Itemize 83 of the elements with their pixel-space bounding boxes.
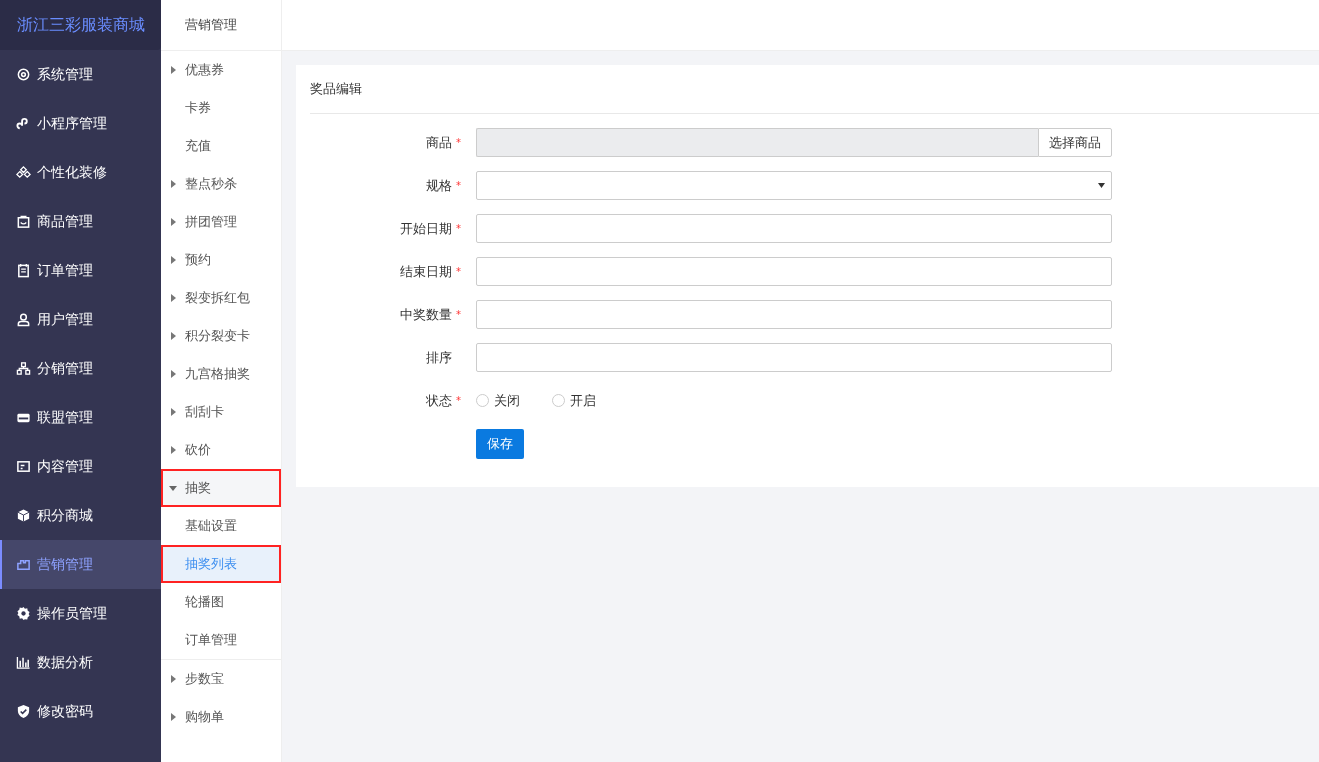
- submenu-item[interactable]: 砍价: [161, 431, 281, 469]
- card-title: 奖品编辑: [310, 80, 362, 98]
- bag-icon: [16, 214, 31, 229]
- submenu-item[interactable]: 拼团管理: [161, 203, 281, 241]
- field-label: 规格: [426, 176, 452, 195]
- nav-item[interactable]: 小程序管理: [0, 99, 161, 148]
- nav-item[interactable]: 营销管理: [0, 540, 161, 589]
- required-mark: *: [456, 309, 462, 320]
- submenu-item[interactable]: 充值: [161, 127, 281, 165]
- caret-right-icon: [169, 675, 177, 683]
- input-field[interactable]: [476, 214, 1112, 243]
- submenu-item[interactable]: 积分裂变卡: [161, 317, 281, 355]
- nav-item[interactable]: 积分商城: [0, 491, 161, 540]
- submenu-item[interactable]: 抽奖: [161, 469, 281, 507]
- caret-right-icon: [169, 66, 177, 74]
- dropdown-field[interactable]: [476, 171, 1112, 200]
- save-button[interactable]: 保存: [476, 429, 524, 459]
- caret-right-icon: [169, 370, 177, 378]
- submenu-item[interactable]: 刮刮卡: [161, 393, 281, 431]
- select-product-button[interactable]: 选择商品: [1038, 128, 1112, 157]
- field-label: 商品: [426, 133, 452, 152]
- required-mark: *: [456, 137, 462, 148]
- shield-check-icon: [16, 704, 31, 719]
- submenu-item[interactable]: 整点秒杀: [161, 165, 281, 203]
- submenu-item[interactable]: 订单管理: [161, 621, 281, 659]
- caret-down-icon: [169, 484, 177, 492]
- bar-chart-icon: [16, 655, 31, 670]
- field-label: 排序: [426, 348, 452, 367]
- caret-right-icon: [169, 446, 177, 454]
- input-field[interactable]: [476, 343, 1112, 372]
- radio-label[interactable]: 开启: [570, 391, 596, 410]
- required-mark: *: [456, 266, 462, 277]
- puzzle-icon: [16, 557, 31, 572]
- app-logo-text: 浙江三彩服装商城: [0, 0, 161, 50]
- field-label: 结束日期: [400, 262, 452, 281]
- required-mark: *: [456, 395, 462, 406]
- submenu-item[interactable]: 优惠券: [161, 51, 281, 89]
- nav-item[interactable]: 联盟管理: [0, 393, 161, 442]
- submenu-item[interactable]: 九宫格抽奖: [161, 355, 281, 393]
- caret-down-icon: [1098, 183, 1105, 188]
- nav-item[interactable]: 数据分析: [0, 638, 161, 687]
- nav-item[interactable]: 修改密码: [0, 687, 161, 736]
- nav-item[interactable]: 分销管理: [0, 344, 161, 393]
- gear-icon: [16, 67, 31, 82]
- radio-label[interactable]: 关闭: [494, 391, 520, 410]
- input-field[interactable]: [476, 300, 1112, 329]
- caret-right-icon: [169, 408, 177, 416]
- caret-right-icon: [169, 713, 177, 721]
- settings-icon: [16, 606, 31, 621]
- submenu-item[interactable]: 裂变拆红包: [161, 279, 281, 317]
- field-label: 中奖数量: [400, 305, 452, 324]
- submenu-item[interactable]: 步数宝: [161, 660, 281, 698]
- field-label: 开始日期: [400, 219, 452, 238]
- diamond-pattern-icon: [16, 165, 31, 180]
- nav-item[interactable]: 操作员管理: [0, 589, 161, 638]
- caret-right-icon: [169, 218, 177, 226]
- submenu-item[interactable]: 轮播图: [161, 583, 281, 621]
- product-field[interactable]: [476, 128, 1038, 157]
- input-field[interactable]: [476, 257, 1112, 286]
- calendar-icon: [16, 263, 31, 278]
- submenu-item[interactable]: 购物单: [161, 698, 281, 736]
- submenu-item[interactable]: 预约: [161, 241, 281, 279]
- document-icon: [16, 459, 31, 474]
- field-label: 状态: [426, 391, 452, 410]
- caret-right-icon: [169, 332, 177, 340]
- nav-item[interactable]: 用户管理: [0, 295, 161, 344]
- caret-right-icon: [169, 180, 177, 188]
- link-icon: [16, 116, 31, 131]
- org-chart-icon: [16, 361, 31, 376]
- caret-right-icon: [169, 294, 177, 302]
- required-mark: *: [456, 223, 462, 234]
- required-mark: *: [456, 180, 462, 191]
- cube-icon: [16, 508, 31, 523]
- nav-item[interactable]: 个性化装修: [0, 148, 161, 197]
- nav-item[interactable]: 商品管理: [0, 197, 161, 246]
- caret-right-icon: [169, 256, 177, 264]
- nav-item[interactable]: 订单管理: [0, 246, 161, 295]
- user-icon: [16, 312, 31, 327]
- nav-item[interactable]: 内容管理: [0, 442, 161, 491]
- nav-item[interactable]: 系统管理: [0, 50, 161, 99]
- submenu-item[interactable]: 卡券: [161, 89, 281, 127]
- submenu-item[interactable]: 基础设置: [161, 507, 281, 545]
- submenu-title: 营销管理: [161, 0, 281, 51]
